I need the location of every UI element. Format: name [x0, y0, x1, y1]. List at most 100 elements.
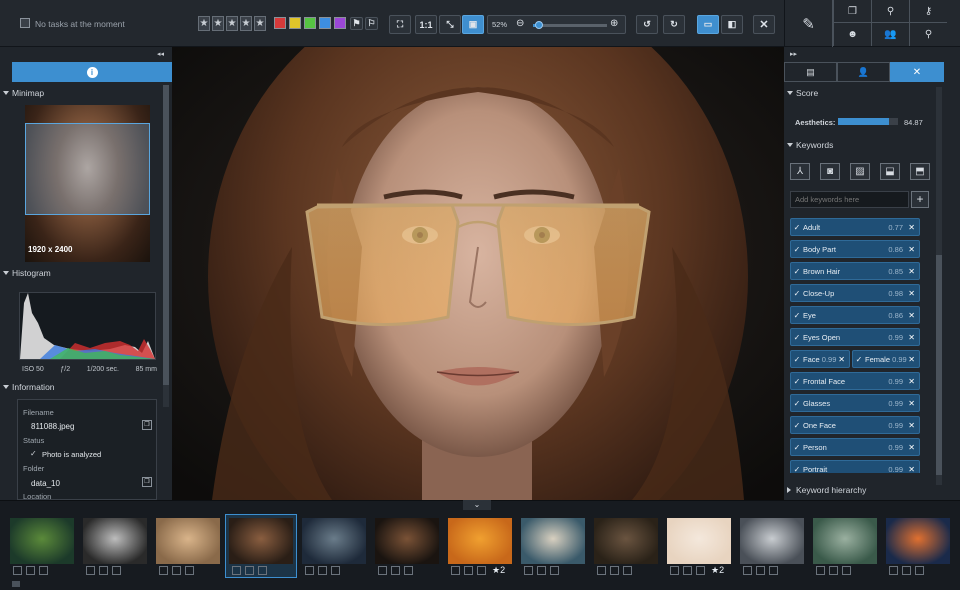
- remove-keyword-icon[interactable]: ✕: [908, 333, 915, 342]
- keyword-tag[interactable]: ✓ Female 0.99 ✕: [852, 350, 920, 368]
- remove-keyword-icon[interactable]: ✕: [908, 377, 915, 386]
- flag-icon[interactable]: [610, 566, 619, 575]
- filmstrip-scrollbar[interactable]: [12, 581, 20, 587]
- thumbnail[interactable]: [298, 514, 370, 578]
- collapse-left-icon[interactable]: ◂◂: [157, 50, 164, 58]
- histogram-header[interactable]: Histogram: [0, 266, 160, 280]
- star-icon[interactable]: [915, 566, 924, 575]
- select-checkbox-icon[interactable]: [597, 566, 606, 575]
- keyword-tag[interactable]: ✓ Body Part 0.86 ✕: [790, 240, 920, 258]
- key-button[interactable]: ⚷: [909, 0, 947, 23]
- remove-keyword-icon[interactable]: ✕: [908, 267, 915, 276]
- flag-icon[interactable]: [756, 566, 765, 575]
- select-checkbox-icon[interactable]: [889, 566, 898, 575]
- select-checkbox-icon[interactable]: [378, 566, 387, 575]
- flag-icon[interactable]: [683, 566, 692, 575]
- add-keyword-input[interactable]: [790, 191, 909, 208]
- reject-flag-button[interactable]: ⚑: [350, 17, 363, 30]
- remove-keyword-icon[interactable]: ✕: [908, 355, 915, 364]
- info-tab[interactable]: i: [12, 62, 172, 82]
- color-label-yellow[interactable]: [289, 17, 301, 29]
- keyword-tag[interactable]: ✓ One Face 0.99 ✕: [790, 416, 920, 434]
- clear-keywords-button[interactable]: ▨: [850, 163, 870, 180]
- flag-icon[interactable]: [902, 566, 911, 575]
- thumbnail[interactable]: [517, 514, 589, 578]
- flag-icon[interactable]: [245, 566, 254, 575]
- minimap-header[interactable]: Minimap: [0, 86, 160, 100]
- keyword-tag[interactable]: ✓ Eyes Open 0.99 ✕: [790, 328, 920, 346]
- star-icon[interactable]: [550, 566, 559, 575]
- flag-icon[interactable]: [464, 566, 473, 575]
- star-icon[interactable]: [404, 566, 413, 575]
- keyword-tag[interactable]: ✓ Brown Hair 0.85 ✕: [790, 262, 920, 280]
- keyword-tag[interactable]: ✓ Person 0.99 ✕: [790, 438, 920, 456]
- select-checkbox-icon[interactable]: [13, 566, 22, 575]
- people-button[interactable]: 👥: [871, 23, 909, 46]
- single-view-button[interactable]: ▭: [697, 15, 719, 34]
- color-label-red[interactable]: [274, 17, 286, 29]
- left-scrollbar[interactable]: [163, 85, 169, 407]
- thumbnail[interactable]: [152, 514, 224, 578]
- import-keywords-button[interactable]: ⬓: [880, 163, 900, 180]
- remove-keyword-icon[interactable]: ✕: [908, 289, 915, 298]
- rating-star-1[interactable]: ★: [198, 16, 210, 31]
- select-checkbox-icon[interactable]: [86, 566, 95, 575]
- search-button[interactable]: ⚲: [909, 23, 947, 46]
- copy-folder-icon[interactable]: ❐: [142, 477, 152, 487]
- star-icon[interactable]: [112, 566, 121, 575]
- star-icon[interactable]: [258, 566, 267, 575]
- zoom-out-icon[interactable]: ⊖: [516, 18, 524, 29]
- select-checkbox-icon[interactable]: [159, 566, 168, 575]
- flag-icon[interactable]: [99, 566, 108, 575]
- information-header[interactable]: Information: [0, 380, 160, 394]
- target-button[interactable]: ◙: [820, 163, 840, 180]
- select-checkbox-icon[interactable]: [451, 566, 460, 575]
- select-checkbox-icon[interactable]: [305, 566, 314, 575]
- keyword-tag[interactable]: ✓ Glasses 0.99 ✕: [790, 394, 920, 412]
- fit-button[interactable]: ⤡: [439, 15, 461, 34]
- thumbnail[interactable]: [6, 514, 78, 578]
- flag-icon[interactable]: [318, 566, 327, 575]
- rotate-left-button[interactable]: ↺: [636, 15, 658, 34]
- star-icon[interactable]: [696, 566, 705, 575]
- remove-keyword-icon[interactable]: ✕: [908, 311, 915, 320]
- remove-keyword-icon[interactable]: ✕: [908, 465, 915, 474]
- thumbnail[interactable]: [79, 514, 151, 578]
- thumbnail[interactable]: [590, 514, 662, 578]
- fit-screen-button[interactable]: ▣: [462, 15, 484, 34]
- remove-keyword-icon[interactable]: ✕: [908, 421, 915, 430]
- add-keyword-button[interactable]: +: [911, 191, 929, 208]
- remove-keyword-icon[interactable]: ✕: [908, 443, 915, 452]
- right-scrollbar[interactable]: [936, 87, 942, 485]
- zoom-slider[interactable]: [533, 21, 607, 29]
- copy-filename-icon[interactable]: ❐: [142, 420, 152, 430]
- close-button[interactable]: ✕: [753, 15, 775, 34]
- remove-keyword-icon[interactable]: ✕: [838, 355, 845, 364]
- thumbnail[interactable]: ★2: [444, 514, 516, 578]
- select-checkbox-icon[interactable]: [670, 566, 679, 575]
- star-icon[interactable]: [39, 566, 48, 575]
- zoom-in-icon[interactable]: ⊕: [610, 18, 618, 29]
- remove-keyword-icon[interactable]: ✕: [908, 245, 915, 254]
- map-button[interactable]: ⚲: [871, 0, 909, 23]
- save-keywords-button[interactable]: ⬒: [910, 163, 930, 180]
- fullscreen-button[interactable]: ⛶: [389, 15, 411, 34]
- rating-star-2[interactable]: ★: [212, 16, 224, 31]
- select-checkbox-icon[interactable]: [232, 566, 241, 575]
- keyword-hierarchy-header[interactable]: Keyword hierarchy: [784, 483, 934, 497]
- star-icon[interactable]: [477, 566, 486, 575]
- star-icon[interactable]: [331, 566, 340, 575]
- thumbnail[interactable]: [882, 514, 954, 578]
- stack-button[interactable]: ❐: [833, 0, 871, 23]
- flag-icon[interactable]: [391, 566, 400, 575]
- pick-flag-button[interactable]: ⚐: [365, 17, 378, 30]
- keyword-tag[interactable]: ✓ Close-Up 0.98 ✕: [790, 284, 920, 302]
- rating-star-4[interactable]: ★: [240, 16, 252, 31]
- rotate-right-button[interactable]: ↻: [663, 15, 685, 34]
- thumbnail[interactable]: [371, 514, 443, 578]
- keyword-tag[interactable]: ✓ Eye 0.86 ✕: [790, 306, 920, 324]
- filmstrip-toggle[interactable]: ⌄: [463, 500, 491, 510]
- remove-keyword-icon[interactable]: ✕: [908, 399, 915, 408]
- select-checkbox-icon[interactable]: [524, 566, 533, 575]
- tab-person[interactable]: 👤: [837, 62, 890, 82]
